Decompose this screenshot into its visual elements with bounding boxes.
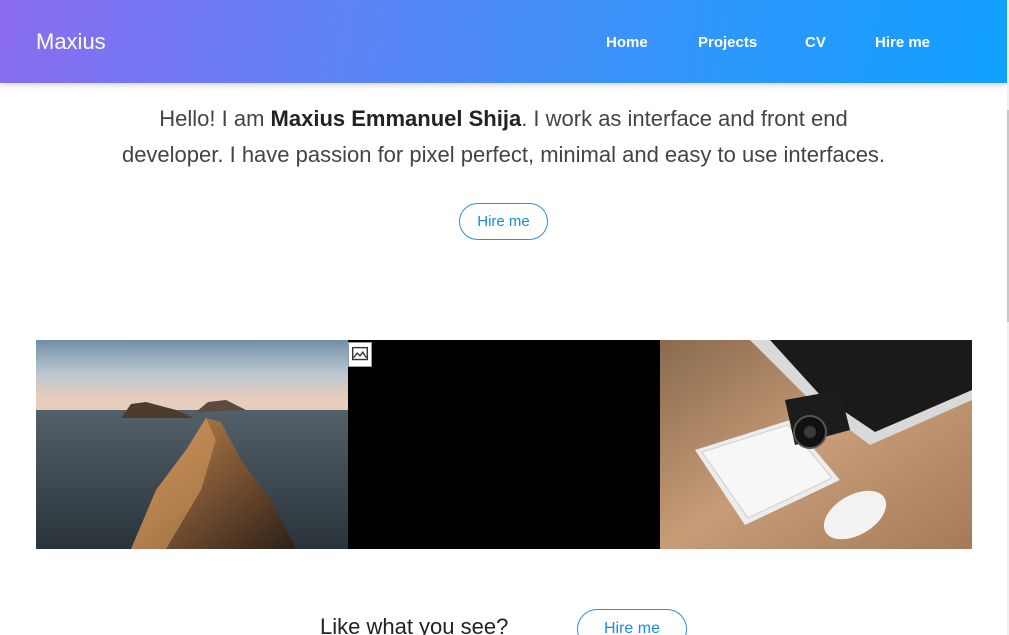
intro-line-2: developer. I have passion for pixel perf… [121,142,886,167]
intro-text: Hello! I am Maxius Emmanuel Shija. I wor… [0,101,1007,173]
hero-hire-button[interactable]: Hire me [459,203,548,240]
intro-role: . I work as interface and front end [521,106,848,131]
gallery-image-coast[interactable] [36,340,348,549]
gallery-image-desk[interactable] [660,340,972,549]
intro-line-1: Hello! I am Maxius Emmanuel Shija. I wor… [0,101,1007,137]
coastal-rocks-image [36,340,348,549]
intro-greeting: Hello! I am [159,106,271,131]
page: Maxius Home Projects CV Hire me Hello! I… [0,0,1007,635]
project-gallery [36,340,972,549]
nav-home-link[interactable]: Home [606,34,648,52]
nav-hire-link[interactable]: Hire me [875,34,930,52]
broken-image-icon [348,342,372,367]
intro-name: Maxius Emmanuel Shija [270,106,522,131]
gallery-image-broken[interactable] [348,340,660,549]
nav-projects-link[interactable]: Projects [698,34,757,52]
cta-text: Like what you see? [320,614,509,635]
brand-logo[interactable]: Maxius [36,29,106,55]
navbar: Maxius Home Projects CV Hire me [0,0,1007,83]
broken-image-glyph [351,346,369,361]
keyboard-camera-desk-image [660,340,972,549]
cta-hire-button[interactable]: Hire me [577,609,687,635]
nav-cv-link[interactable]: CV [805,34,826,52]
